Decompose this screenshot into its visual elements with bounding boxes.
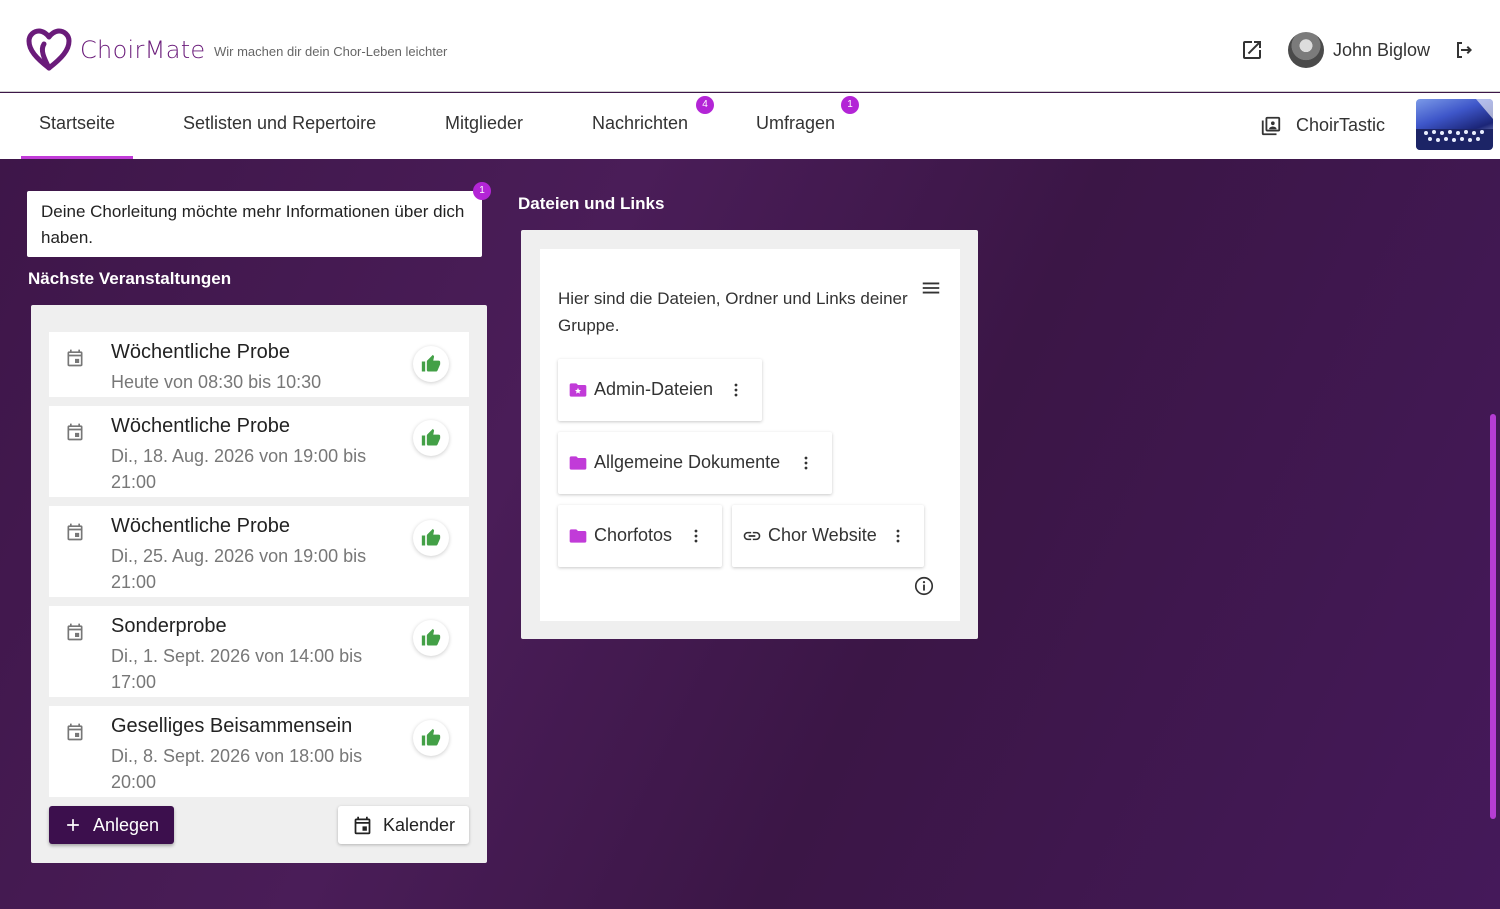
tab-label: Nachrichten (592, 113, 689, 133)
event-title: Wöchentliche Probe (111, 515, 290, 537)
info-request-notice[interactable]: Deine Chorleitung möchte mehr Informatio… (27, 191, 482, 257)
tab-umfragen[interactable]: Umfragen (756, 113, 835, 159)
file-item-admin-dateien[interactable]: Admin-Dateien (558, 359, 762, 421)
main-content: Deine Chorleitung möchte mehr Informatio… (0, 159, 1500, 909)
file-item-chor-website[interactable]: Chor Website (732, 505, 924, 567)
tab-label: Startseite (39, 113, 116, 133)
thumb-up-icon (421, 628, 441, 646)
event-date: Di., 1. Sept. 2026 von 14:00 bis 17:00 (111, 646, 363, 692)
event-item[interactable]: Geselliges Beisammensein Di., 8. Sept. 2… (49, 706, 469, 797)
create-event-button[interactable]: Anlegen (49, 806, 174, 844)
tab-label: Umfragen (756, 113, 836, 133)
calendar-label: Kalender (383, 815, 456, 835)
menu-icon[interactable] (920, 277, 942, 299)
event-item[interactable]: Wöchentliche Probe Di., 25. Aug. 2026 vo… (49, 506, 469, 597)
scrollbar[interactable] (1490, 414, 1496, 819)
library-books-icon[interactable] (1260, 115, 1282, 137)
calendar-icon (67, 623, 83, 641)
events-card: Wöchentliche Probe Heute von 08:30 bis 1… (31, 305, 487, 863)
thumb-up-icon (421, 528, 441, 546)
create-label: Anlegen (93, 815, 160, 835)
file-label: Chor Website (768, 525, 877, 545)
event-date: Heute von 08:30 bis 10:30 (111, 372, 322, 392)
more-vert-icon[interactable] (888, 526, 908, 546)
link-icon (743, 531, 761, 541)
event-date: Di., 25. Aug. 2026 von 19:00 bis 21:00 (111, 546, 367, 592)
file-label: Allgemeine Dokumente (594, 452, 781, 472)
more-vert-icon[interactable] (726, 380, 746, 400)
attend-button[interactable] (413, 620, 449, 656)
more-vert-icon[interactable] (796, 453, 816, 473)
brand-name: ChoirMate (80, 36, 206, 64)
event-date: Di., 18. Aug. 2026 von 19:00 bis 21:00 (111, 446, 367, 492)
folder-icon (569, 456, 587, 470)
choir-name[interactable]: ChoirTastic (1296, 115, 1385, 136)
tab-label: Setlisten und Repertoire (183, 113, 377, 133)
thumb-up-icon (421, 428, 441, 446)
calendar-icon (67, 523, 83, 541)
event-item[interactable]: Sonderprobe Di., 1. Sept. 2026 von 14:00… (49, 606, 469, 697)
attend-button[interactable] (413, 720, 449, 756)
attend-button[interactable] (413, 520, 449, 556)
event-date: Di., 8. Sept. 2026 von 18:00 bis 20:00 (111, 746, 363, 792)
calendar-button[interactable]: Kalender (338, 806, 469, 844)
info-icon[interactable] (913, 575, 935, 597)
tab-nachrichten[interactable]: Nachrichten (592, 113, 688, 159)
file-item-chorfotos[interactable]: Chorfotos (558, 505, 722, 567)
folder-icon (569, 529, 587, 543)
user-name[interactable]: John Biglow (1333, 40, 1430, 61)
attend-button[interactable] (413, 420, 449, 456)
files-card: Hier sind die Dateien, Ordner und Links … (521, 230, 978, 639)
thumb-up-icon (421, 354, 441, 372)
tab-label: Mitglieder (445, 113, 524, 133)
event-item[interactable]: Wöchentliche Probe Heute von 08:30 bis 1… (49, 332, 469, 397)
file-label: Chorfotos (594, 525, 673, 545)
event-title: Sonderprobe (111, 615, 227, 637)
open-external-icon[interactable] (1240, 38, 1264, 62)
admin-folder-icon (569, 383, 587, 397)
calendar-icon (67, 423, 83, 441)
attend-button[interactable] (413, 346, 449, 382)
file-item-allgemeine-dokumente[interactable]: Allgemeine Dokumente (558, 432, 832, 494)
thumb-up-icon (421, 728, 441, 746)
event-title: Wöchentliche Probe (111, 341, 290, 363)
more-vert-icon[interactable] (686, 526, 706, 546)
notice-badge: 1 (473, 182, 491, 200)
polls-badge: 1 (841, 96, 859, 114)
heart-logo-icon[interactable] (26, 28, 72, 72)
files-section-title: Dateien und Links (518, 194, 665, 213)
avatar[interactable] (1288, 32, 1324, 68)
tab-mitglieder[interactable]: Mitglieder (445, 113, 523, 159)
plus-icon (67, 819, 79, 831)
event-title: Geselliges Beisammensein (111, 715, 353, 737)
app-header: ChoirMate Wir machen dir dein Chor-Leben… (0, 0, 1500, 92)
events-section-title: Nächste Veranstaltungen (28, 269, 232, 288)
event-title: Wöchentliche Probe (111, 415, 290, 437)
main-nav: Startseite Setlisten und Repertoire Mitg… (0, 93, 1500, 159)
messages-badge: 4 (696, 96, 714, 114)
calendar-icon (67, 723, 83, 741)
calendar-icon (354, 816, 371, 835)
calendar-icon (67, 349, 83, 367)
tagline: Wir machen dir dein Chor-Leben leichter (214, 44, 448, 59)
files-description: Hier sind die Dateien, Ordner und Links … (558, 289, 908, 335)
files-panel: Hier sind die Dateien, Ordner und Links … (540, 249, 960, 621)
logout-icon[interactable] (1452, 38, 1476, 62)
choir-image[interactable] (1416, 99, 1493, 150)
event-item[interactable]: Wöchentliche Probe Di., 18. Aug. 2026 vo… (49, 406, 469, 497)
notice-text: Deine Chorleitung möchte mehr Informatio… (41, 202, 465, 247)
tab-setlisten[interactable]: Setlisten und Repertoire (183, 113, 376, 159)
tab-startseite[interactable]: Startseite (20, 113, 134, 159)
file-label: Admin-Dateien (594, 379, 714, 399)
